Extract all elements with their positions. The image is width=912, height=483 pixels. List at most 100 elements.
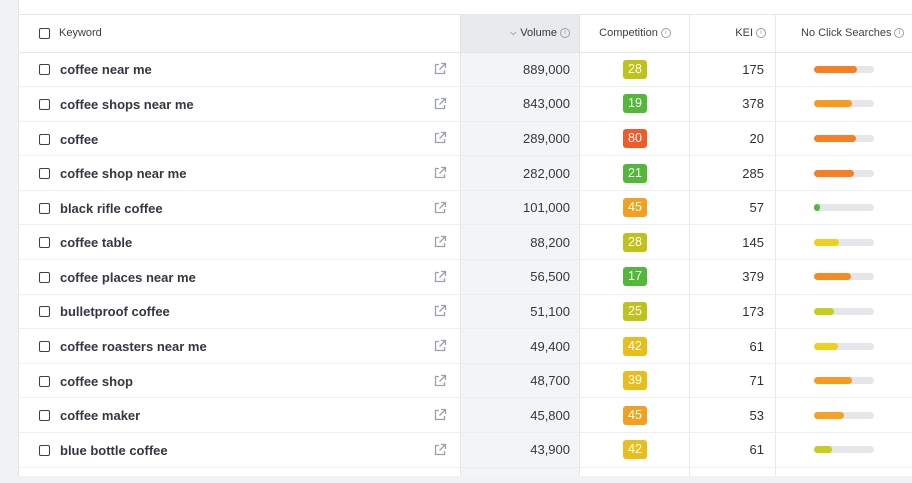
info-icon[interactable]: i	[560, 28, 570, 39]
keyword-text[interactable]: coffee roasters near me	[60, 339, 207, 354]
external-link-icon[interactable]	[433, 201, 447, 215]
row-checkbox[interactable]	[39, 444, 50, 456]
row-checkbox[interactable]	[39, 168, 50, 180]
keyword-text[interactable]: coffee shop near me	[60, 166, 186, 181]
no-click-cell	[776, 52, 912, 88]
no-click-bar	[814, 377, 874, 385]
table-row[interactable]: coffee places near me 56,500 17 379	[19, 259, 912, 295]
table-row[interactable]: blue bottle coffee 43,900 42 61	[19, 432, 912, 468]
kei-cell: 145	[690, 224, 776, 261]
table-row[interactable]: coffee shop 48,700 39 71	[19, 363, 912, 399]
no-click-bar-fill	[814, 411, 844, 419]
row-checkbox[interactable]	[39, 202, 50, 214]
info-icon[interactable]: i	[756, 28, 766, 39]
row-checkbox[interactable]	[39, 410, 50, 422]
no-click-bar-fill	[814, 65, 858, 73]
no-click-cell	[776, 328, 912, 364]
no-click-bar-fill	[814, 377, 852, 385]
row-checkbox[interactable]	[39, 271, 50, 283]
keyword-text[interactable]: coffee shops near me	[60, 97, 194, 112]
volume-cell: 101,000	[460, 190, 580, 226]
header-volume[interactable]: ⌵ Volume i	[460, 15, 580, 53]
keyword-text[interactable]: bulletproof coffee	[60, 304, 170, 319]
volume-cell: 51,100	[460, 294, 580, 330]
external-link-icon[interactable]	[433, 235, 447, 249]
external-link-icon[interactable]	[433, 374, 447, 388]
header-volume-label: Volume	[520, 27, 557, 40]
table-row[interactable]: coffee roasters near me 49,400 42 61	[19, 328, 912, 364]
volume-cell: 88,200	[460, 224, 580, 261]
keyword-cell: coffee roasters near me	[19, 328, 460, 364]
external-link-icon[interactable]	[433, 270, 447, 284]
competition-badge: 25	[623, 301, 647, 321]
keyword-text[interactable]: coffee places near me	[60, 270, 196, 285]
table-row[interactable]: coffee maker 45,800 45 53	[19, 397, 912, 434]
row-checkbox[interactable]	[39, 306, 50, 318]
header-no-click-searches[interactable]: No Click Searches i	[776, 15, 912, 53]
competition-cell: 28	[580, 224, 690, 261]
kei-cell: 20	[690, 121, 776, 157]
no-click-cell	[776, 155, 912, 191]
external-link-icon[interactable]	[433, 339, 447, 353]
keyword-cell: coffee maker	[19, 397, 460, 434]
competition-cell: 25	[580, 294, 690, 330]
no-click-bar	[814, 342, 874, 350]
row-checkbox[interactable]	[39, 375, 50, 387]
volume-cell: 45,800	[460, 397, 580, 434]
external-link-icon[interactable]	[433, 443, 447, 457]
volume-cell: 48,700	[460, 363, 580, 399]
no-click-bar-fill	[814, 273, 852, 281]
info-icon[interactable]: i	[660, 28, 671, 39]
no-click-cell	[776, 259, 912, 295]
header-kei-label: KEI	[735, 27, 753, 40]
row-checkbox[interactable]	[39, 64, 50, 76]
competition-cell: 17	[580, 259, 690, 295]
external-link-icon[interactable]	[433, 304, 447, 318]
table-header-row: Keyword ⌵ Volume i Competition i KEI i No Cl…	[19, 15, 912, 53]
no-click-bar-fill	[814, 169, 854, 177]
no-click-cell	[776, 432, 912, 468]
select-all-checkbox[interactable]	[39, 27, 50, 39]
info-icon[interactable]: i	[894, 28, 905, 39]
no-click-bar-fill	[814, 134, 856, 142]
no-click-bar	[814, 169, 874, 177]
competition-badge: 39	[623, 371, 647, 391]
keyword-text[interactable]: coffee near me	[60, 62, 152, 77]
keyword-cell: coffee table	[19, 224, 460, 261]
table-row[interactable]: coffee table 88,200 28 145	[19, 224, 912, 261]
kei-cell: 173	[690, 294, 776, 330]
row-checkbox[interactable]	[39, 98, 50, 110]
table-row[interactable]: coffee shop near me 282,000 21 285	[19, 155, 912, 191]
keyword-text[interactable]: coffee shop	[60, 374, 133, 389]
external-link-icon[interactable]	[433, 408, 447, 422]
keyword-text[interactable]: coffee maker	[60, 408, 140, 423]
row-checkbox[interactable]	[39, 341, 50, 353]
keyword-table-panel: Keyword ⌵ Volume i Competition i KEI i No Cl…	[18, 0, 912, 476]
table-row[interactable]: black rifle coffee 101,000 45 57	[19, 190, 912, 226]
keyword-cell: blue bottle coffee	[19, 432, 460, 468]
row-checkbox[interactable]	[39, 237, 50, 249]
no-click-bar	[814, 411, 874, 419]
keyword-text[interactable]: black rifle coffee	[60, 201, 163, 216]
keyword-text[interactable]: coffee table	[60, 235, 132, 250]
table-row[interactable]: coffee 289,000 80 20	[19, 121, 912, 157]
no-click-bar	[814, 238, 874, 246]
header-kei[interactable]: KEI i	[690, 15, 776, 53]
competition-badge: 28	[623, 232, 647, 252]
table-row[interactable]: coffee shops near me 843,000 19 378	[19, 86, 912, 122]
external-link-icon[interactable]	[433, 131, 447, 145]
external-link-icon[interactable]	[433, 97, 447, 111]
external-link-icon[interactable]	[433, 166, 447, 180]
keyword-text[interactable]: coffee	[60, 132, 98, 147]
keyword-text[interactable]: blue bottle coffee	[60, 443, 168, 458]
competition-badge: 42	[623, 336, 647, 356]
external-link-icon[interactable]	[433, 62, 447, 76]
row-checkbox[interactable]	[39, 133, 50, 145]
chevron-down-icon: ⌵	[510, 28, 517, 38]
table-row[interactable]: coffee near me 889,000 28 175	[19, 52, 912, 88]
volume-cell: 56,500	[460, 259, 580, 295]
header-competition[interactable]: Competition i	[580, 15, 690, 53]
no-click-cell	[776, 363, 912, 399]
competition-badge: 17	[623, 267, 647, 287]
table-row[interactable]: bulletproof coffee 51,100 25 173	[19, 294, 912, 330]
